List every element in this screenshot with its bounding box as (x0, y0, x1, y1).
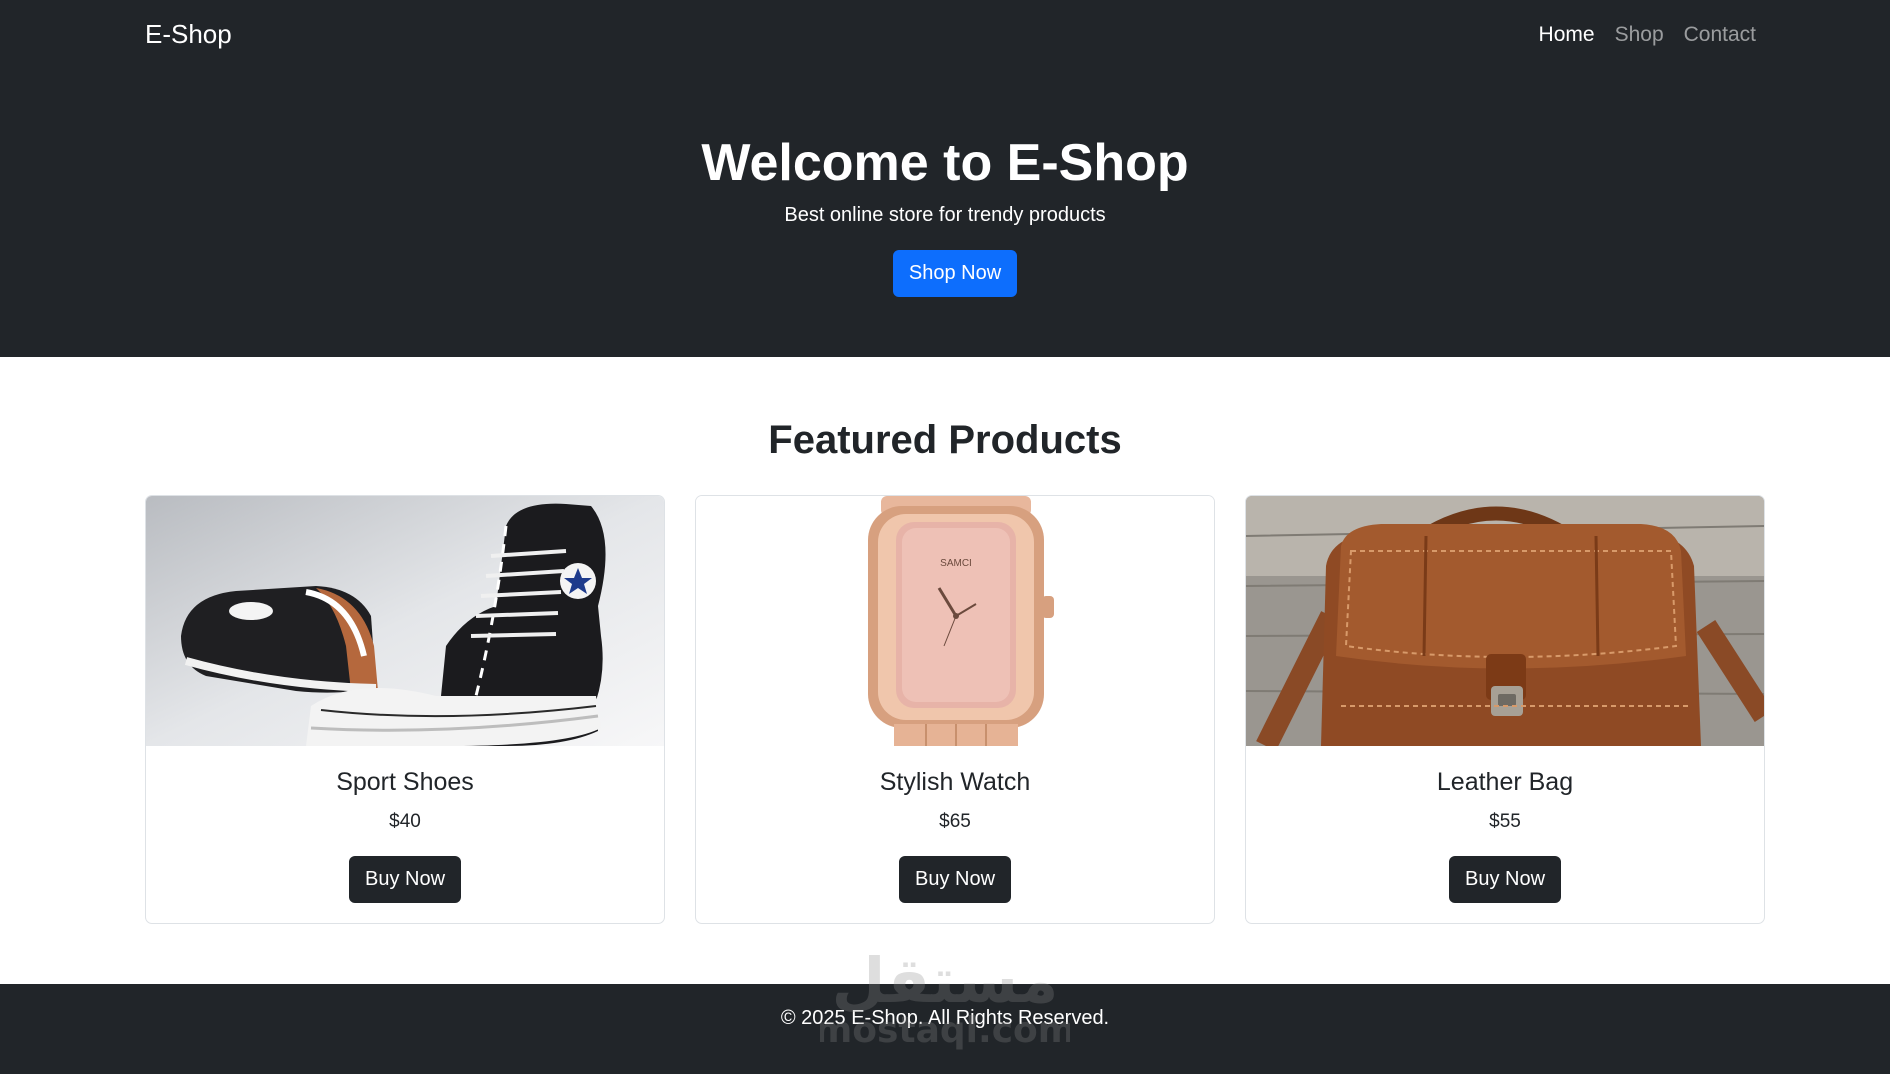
hero-subtitle: Best online store for trendy products (784, 204, 1106, 226)
product-name: Sport Shoes (336, 768, 474, 796)
shop-now-button[interactable]: Shop Now (893, 250, 1017, 297)
navbar: E-Shop Home Shop Contact (0, 0, 1890, 72)
nav-link-home[interactable]: Home (1539, 23, 1595, 47)
buy-now-button[interactable]: Buy Now (899, 856, 1011, 903)
footer-copyright: © 2025 E-Shop. All Rights Reserved. (780, 1007, 1110, 1029)
brand-link[interactable]: E-Shop (145, 19, 232, 50)
featured-title: Featured Products (768, 418, 1122, 462)
product-card-stylish-watch: SAMCI Stylish Watch $65 Buy Now (695, 495, 1215, 924)
sneaker-image (146, 496, 664, 746)
product-price: $40 (389, 811, 421, 832)
nav-link-shop[interactable]: Shop (1615, 23, 1664, 47)
buy-now-button[interactable]: Buy Now (349, 856, 461, 903)
product-price: $55 (1489, 811, 1521, 832)
product-card-leather-bag: Leather Bag $55 Buy Now (1245, 495, 1765, 924)
footer: © 2025 E-Shop. All Rights Reserved. (0, 984, 1890, 1074)
product-name: Leather Bag (1436, 768, 1574, 796)
svg-text:SAMCI: SAMCI (940, 558, 972, 569)
nav-link-contact[interactable]: Contact (1684, 23, 1756, 47)
hero-title: Welcome to E-Shop (701, 134, 1189, 192)
product-price: $65 (939, 811, 971, 832)
leather-bag-image (1246, 496, 1764, 746)
product-name: Stylish Watch (879, 768, 1031, 796)
buy-now-button[interactable]: Buy Now (1449, 856, 1561, 903)
nav-links: Home Shop Contact (1539, 23, 1756, 47)
product-card-sport-shoes: Sport Shoes $40 Buy Now (145, 495, 665, 924)
hero-section: Welcome to E-Shop Best online store for … (0, 72, 1890, 357)
watch-image: SAMCI (696, 496, 1214, 746)
